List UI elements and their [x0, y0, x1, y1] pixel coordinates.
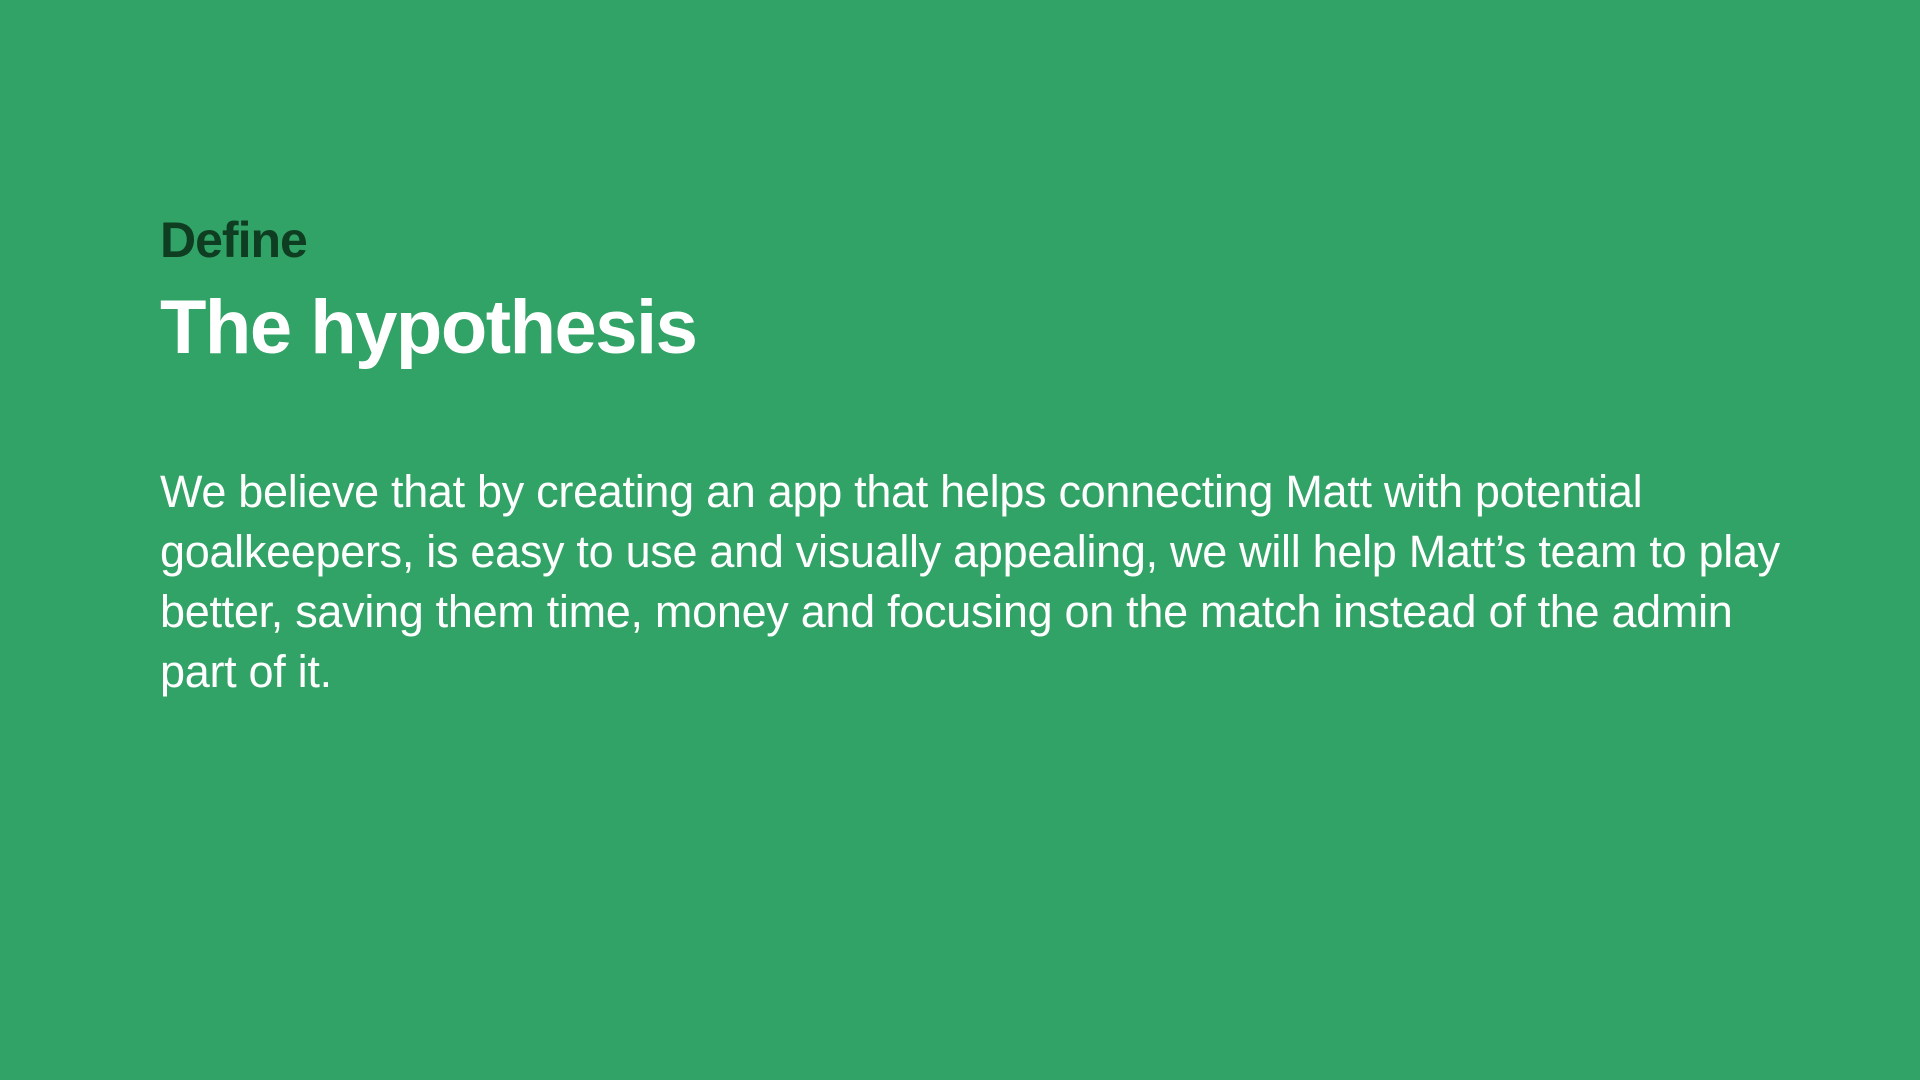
hypothesis-text: We believe that by creating an app that … [160, 466, 1780, 697]
slide-title: The hypothesis [160, 285, 698, 370]
slide-content: Define The hypothesis We believe that by… [160, 210, 1800, 702]
section-label: Define [160, 212, 308, 268]
presentation-slide: Define The hypothesis We believe that by… [0, 0, 1920, 1080]
